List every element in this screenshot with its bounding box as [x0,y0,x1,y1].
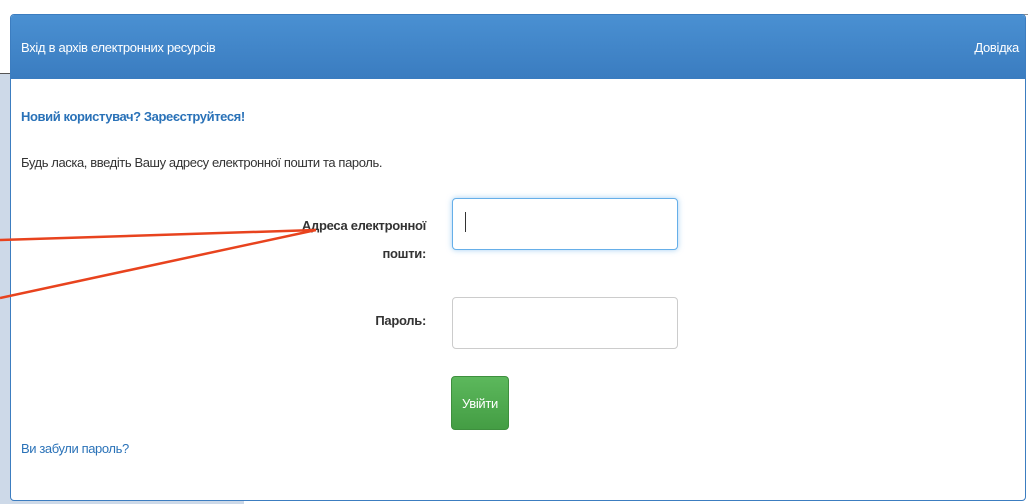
email-input[interactable] [452,198,678,250]
password-input[interactable] [452,297,678,349]
email-label-line1: Адреса електронної [301,218,426,233]
email-label-line2: пошти: [382,246,426,261]
login-button[interactable]: Увійти [451,376,509,430]
login-panel-header: Вхід в архів електронних ресурсів Довідк… [11,15,1025,79]
forgot-password-link[interactable]: Ви забули пароль? [21,441,129,456]
text-caret [465,212,466,232]
register-link[interactable]: Новий користувач? Зареєструйтеся! [21,109,245,124]
password-label: Пароль: [375,313,426,328]
help-link[interactable]: Довідка [974,40,1019,55]
background-slide-top [0,0,245,14]
background-slide-strip [244,0,1028,15]
screen: Вхід в архів електронних ресурсів Довідк… [0,0,1028,504]
login-panel: Вхід в архів електронних ресурсів Довідк… [10,14,1026,501]
login-panel-title: Вхід в архів електронних ресурсів [21,39,216,55]
login-instructions: Будь ласка, введіть Вашу адресу електрон… [21,155,383,170]
email-label: Адреса електронної пошти: [276,212,426,268]
